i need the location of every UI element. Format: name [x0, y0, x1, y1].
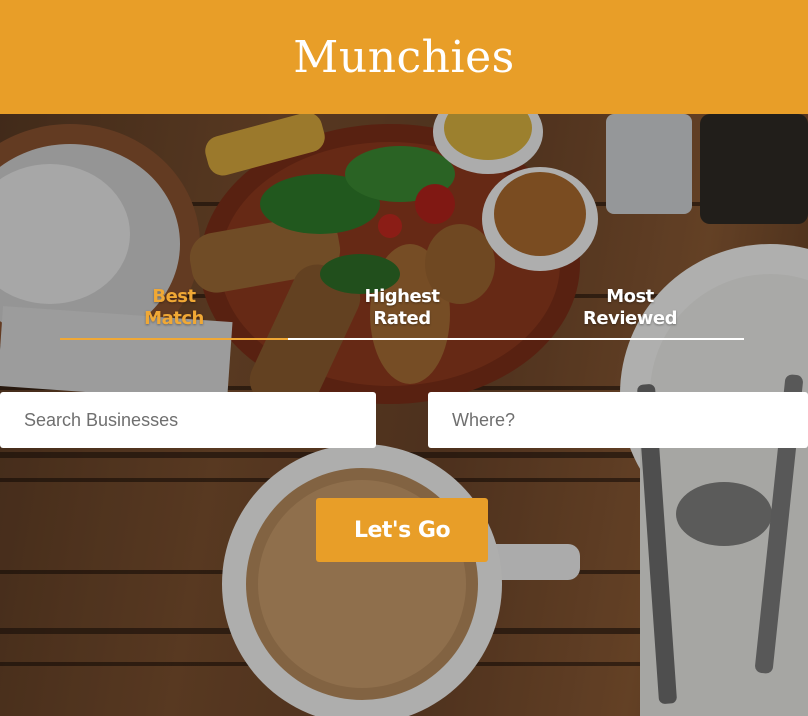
location-input[interactable]: [428, 392, 808, 448]
app-title: Munchies: [293, 31, 515, 83]
sort-tabs: Best Match Highest Rated Most Reviewed: [60, 286, 744, 340]
tab-label-line1: Highest: [364, 286, 440, 307]
active-tab-indicator: [60, 338, 288, 340]
tab-label-line2: Rated: [373, 308, 431, 329]
tab-best-match[interactable]: Best Match: [114, 286, 234, 330]
lets-go-button[interactable]: Let's Go: [316, 498, 488, 562]
tab-highest-rated[interactable]: Highest Rated: [342, 286, 462, 330]
hero-background: Best Match Highest Rated Most Reviewed L…: [0, 114, 808, 716]
tab-label-line1: Most: [606, 286, 654, 307]
tab-label-line1: Best: [152, 286, 196, 307]
app-header: Munchies: [0, 0, 808, 114]
tab-label-line2: Match: [144, 308, 204, 329]
tab-most-reviewed[interactable]: Most Reviewed: [570, 286, 690, 330]
search-business-input[interactable]: [0, 392, 376, 448]
tab-label-line2: Reviewed: [583, 308, 677, 329]
